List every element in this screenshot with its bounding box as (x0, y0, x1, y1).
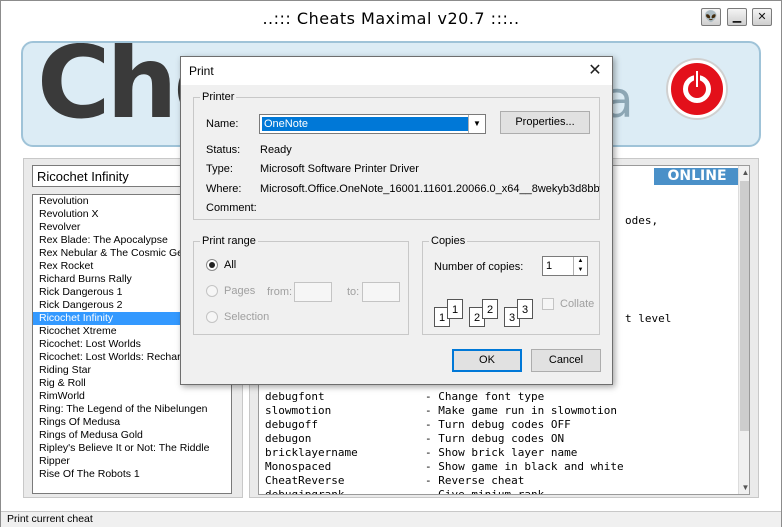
cheat-line: debugoff - Turn debug codes OFF (265, 418, 571, 432)
print-range-group-label: Print range (200, 235, 258, 247)
cheat-line: debugjpgrank - Give minium rank (265, 488, 545, 495)
collate-checkbox[interactable] (542, 298, 554, 310)
cheat-description: - Reverse cheat (425, 474, 525, 487)
scroll-down-icon[interactable]: ▼ (739, 481, 749, 494)
printer-name-label: Name: (206, 118, 239, 130)
print-dialog: Print ✕ Printer Name: OneNote ▼ Properti… (180, 56, 613, 385)
list-item[interactable]: Ripper (33, 455, 231, 468)
cheat-command: debugon (265, 432, 312, 445)
cheat-line: CheatReverse - Reverse cheat (265, 474, 524, 488)
copies-group-label: Copies (429, 235, 468, 247)
collate-page-icon: 1 (447, 299, 463, 319)
selection-label: Selection (224, 311, 270, 323)
where-label: Where: (206, 183, 242, 195)
cheat-command: debugjpgrank (265, 488, 345, 495)
from-field[interactable] (294, 282, 332, 302)
printer-group-label: Printer (200, 91, 237, 103)
to-field[interactable] (362, 282, 400, 302)
cheat-command: debugoff (265, 418, 318, 431)
cheat-description: - Show game in black and white (425, 460, 624, 473)
pages-radio[interactable] (206, 285, 218, 297)
selection-radio[interactable] (206, 311, 218, 323)
cheat-fragment: odes, (625, 214, 659, 227)
cheat-description: - Turn debug codes OFF (425, 418, 571, 431)
scroll-thumb[interactable] (740, 181, 749, 431)
online-badge[interactable]: ONLINE (654, 168, 740, 185)
status-value: Ready (260, 144, 292, 156)
collate-label: Collate (560, 298, 595, 310)
collate-page-icon: 2 (482, 299, 498, 319)
cheat-line: debugfont - Change font type (265, 390, 544, 404)
printer-name-value: OneNote (262, 117, 468, 131)
cheat-command: CheatReverse (265, 474, 345, 487)
power-button[interactable] (668, 60, 726, 118)
pages-label: Pages (224, 285, 256, 297)
chevron-down-icon[interactable]: ▼ (468, 115, 485, 133)
cheat-line: slowmotion - Make game run in slowmotion (265, 404, 617, 418)
cheat-line: bricklayername - Show brick layer name (265, 446, 577, 460)
minimize-button[interactable]: ▁ (727, 8, 747, 26)
copies-stepper[interactable]: 1 ▲ ▼ (542, 256, 588, 276)
cheat-command: Monospaced (265, 460, 332, 473)
cheat-description: - Make game run in slowmotion (425, 404, 618, 417)
properties-button[interactable]: Properties... (500, 111, 590, 134)
dialog-title: Print (189, 64, 214, 78)
where-value: Microsoft.Office.OneNote_16001.11601.200… (260, 183, 600, 195)
alien-icon-button[interactable]: 👽 (701, 8, 721, 26)
vertical-scrollbar[interactable]: ▲ ▼ (738, 166, 749, 494)
cheat-command: bricklayername (265, 446, 358, 459)
printer-name-select[interactable]: OneNote ▼ (259, 114, 486, 134)
cheat-description: - Give minium rank (425, 488, 545, 495)
comment-label: Comment: (206, 202, 257, 214)
cheat-description: - Change font type (425, 390, 545, 403)
type-label: Type: (206, 163, 233, 175)
from-label: from: (267, 286, 293, 298)
list-item[interactable]: RimWorld (33, 390, 231, 403)
title-bar: ..::: Cheats Maximal v20.7 :::.. 👽 ▁ ✕ (1, 1, 781, 35)
cheat-command: slowmotion (265, 404, 332, 417)
window-title: ..::: Cheats Maximal v20.7 :::.. (262, 9, 520, 28)
all-label: All (224, 259, 237, 271)
cheat-description: - Show brick layer name (425, 446, 578, 459)
close-button[interactable]: ✕ (752, 8, 772, 26)
list-item[interactable]: Rings of Medusa Gold (33, 429, 231, 442)
dialog-title-bar: Print ✕ (181, 57, 612, 85)
cheat-line: Monospaced - Show game in black and white (265, 460, 624, 474)
cheat-fragment: t level (625, 312, 672, 325)
list-item[interactable]: Ripley's Believe It or Not: The Riddle (33, 442, 231, 455)
copies-value: 1 (546, 260, 553, 272)
list-item[interactable]: Rise Of The Robots 1 (33, 468, 231, 481)
list-item[interactable]: Rings Of Medusa (33, 416, 231, 429)
power-icon-bar (694, 69, 700, 89)
dialog-close-icon[interactable]: ✕ (585, 61, 605, 81)
all-radio[interactable] (206, 259, 218, 271)
cheat-command: debugfont (265, 390, 325, 403)
type-value: Microsoft Software Printer Driver (260, 163, 419, 175)
collate-page-icon: 3 (517, 299, 533, 319)
cheat-description: - Turn debug codes ON (425, 432, 565, 445)
number-of-copies-label: Number of copies: (434, 261, 524, 273)
cheat-line: debugon - Turn debug codes ON (265, 432, 564, 446)
status-bar: Print current cheat (1, 511, 781, 527)
to-label: to: (347, 286, 360, 298)
ok-button[interactable]: OK (452, 349, 522, 372)
stepper-arrows-icon[interactable]: ▲ ▼ (573, 257, 587, 275)
scroll-up-icon[interactable]: ▲ (739, 166, 749, 179)
cancel-button[interactable]: Cancel (531, 349, 601, 372)
status-label: Status: (206, 144, 241, 156)
list-item[interactable]: Ring: The Legend of the Nibelungen (33, 403, 231, 416)
